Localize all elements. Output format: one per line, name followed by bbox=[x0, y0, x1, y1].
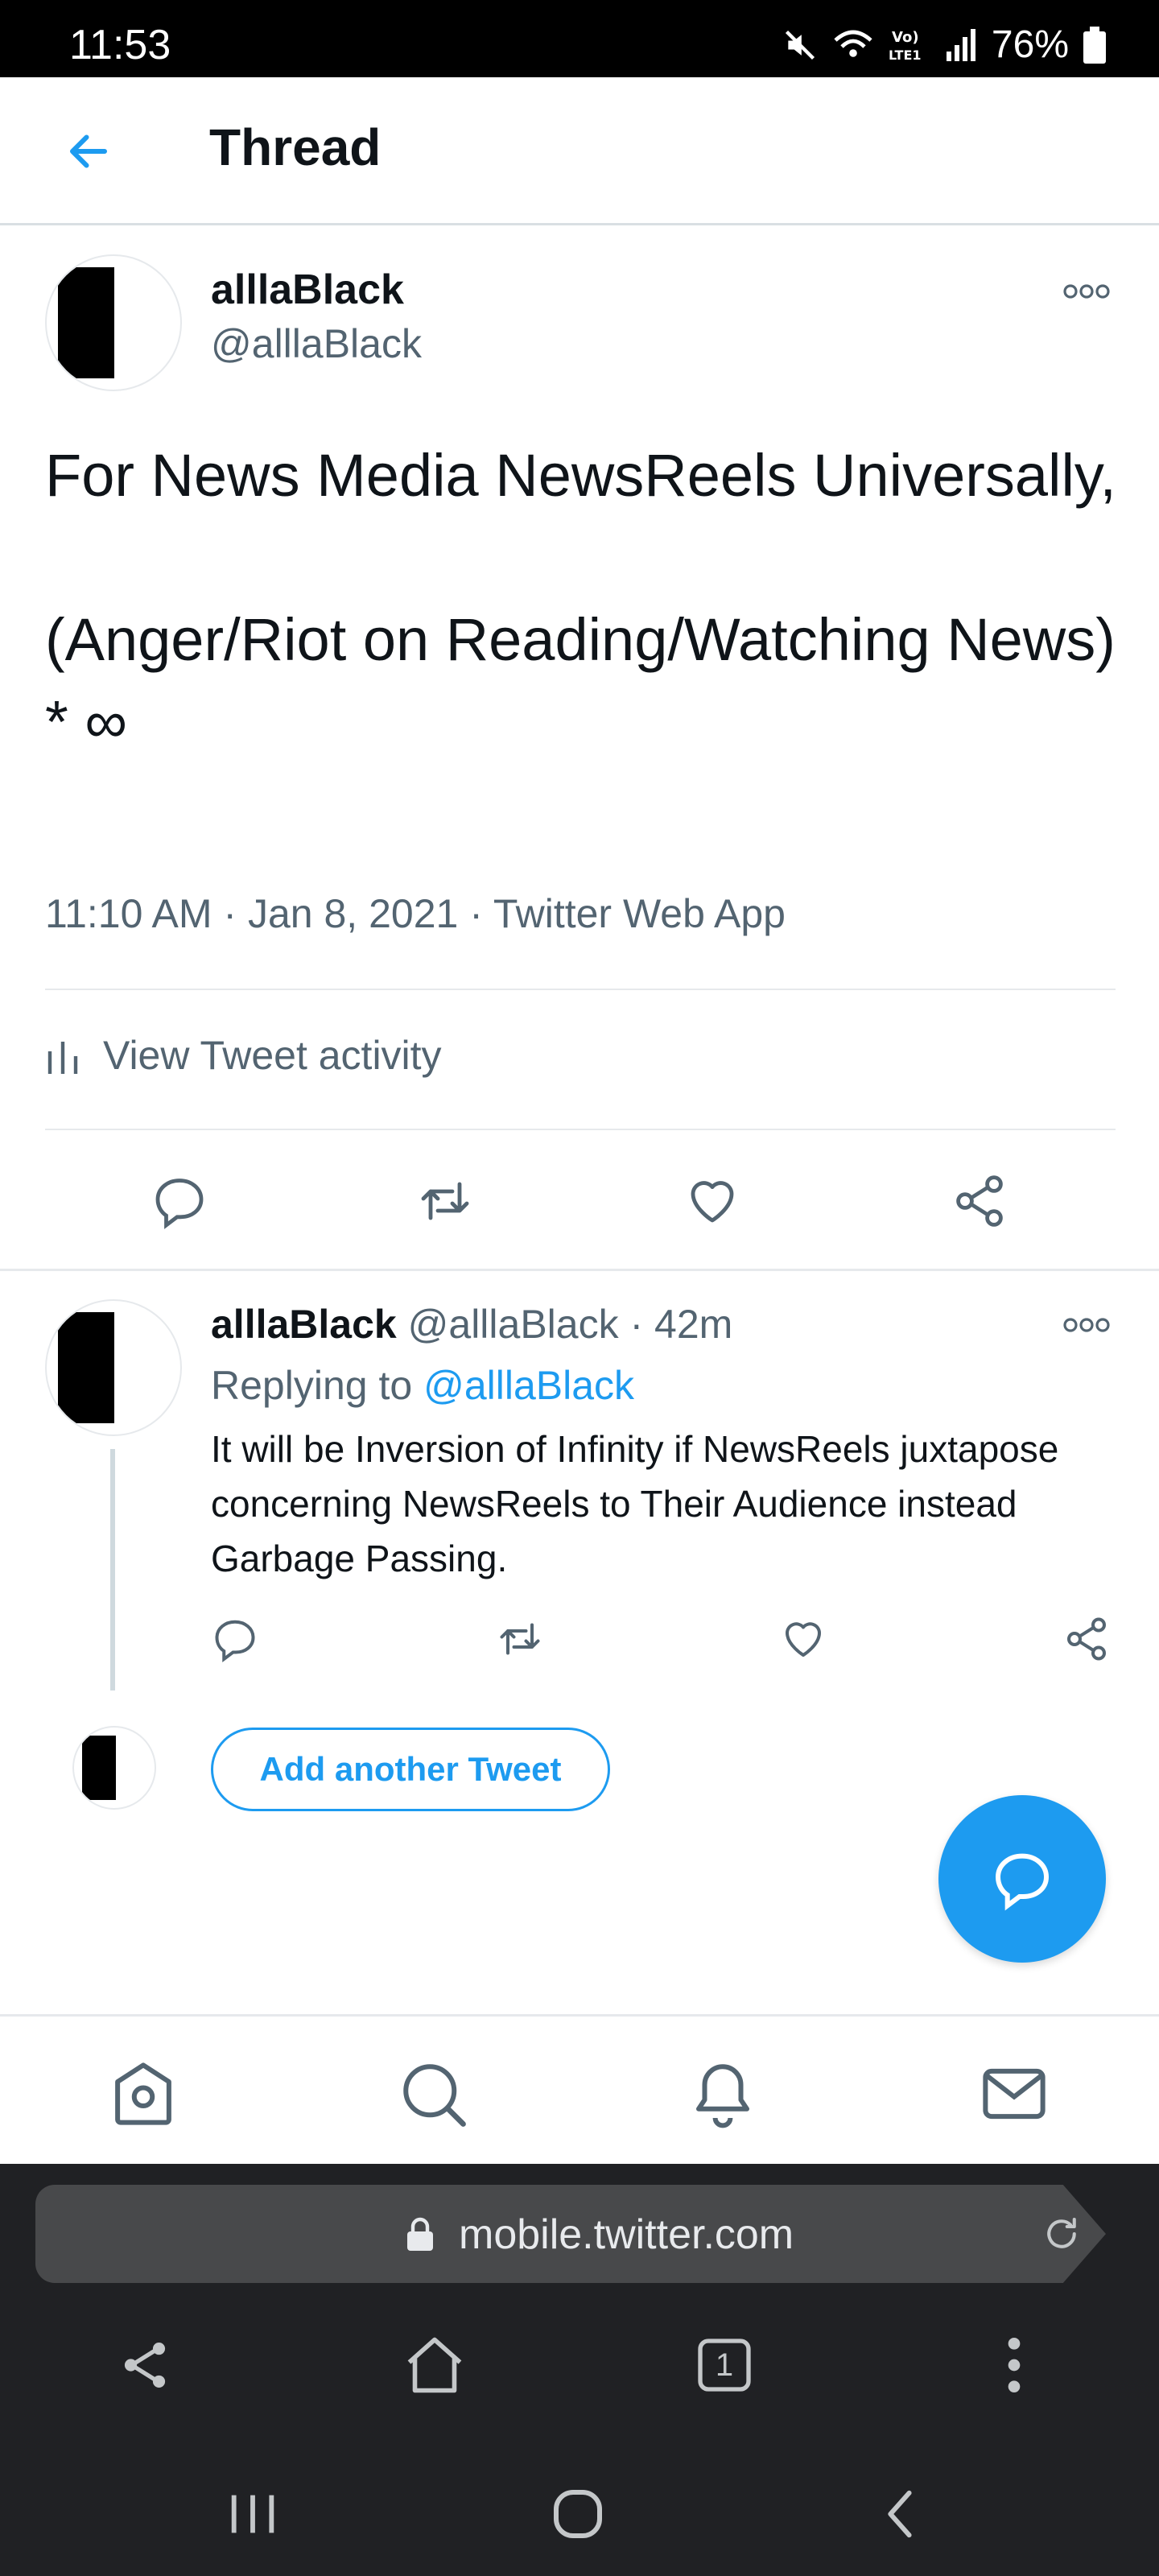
divider bbox=[0, 1269, 1159, 1271]
activity-label: View Tweet activity bbox=[103, 1033, 442, 1078]
status-icons: Vo) LTE1 76% bbox=[782, 23, 1106, 67]
url-text: mobile.twitter.com bbox=[459, 2211, 794, 2258]
reply-icon bbox=[995, 1853, 1050, 1911]
status-bar: 11:53 Vo) LTE1 76% bbox=[0, 0, 1159, 77]
recent-apps-icon bbox=[231, 2495, 274, 2533]
battery-percent: 76% bbox=[991, 23, 1069, 66]
replying-to-prefix: Replying to bbox=[211, 1363, 413, 1408]
system-home-button[interactable] bbox=[538, 2478, 618, 2550]
recent-apps-button[interactable] bbox=[212, 2478, 293, 2550]
messages-icon bbox=[983, 2068, 1046, 2120]
thread-connector-line bbox=[110, 1449, 115, 1690]
reply-text: It will be Inversion of Infinity if News… bbox=[211, 1428, 1059, 1579]
more-options-button[interactable] bbox=[1054, 275, 1119, 308]
nav-search[interactable] bbox=[393, 2054, 473, 2134]
more-vertical-icon bbox=[1008, 2338, 1021, 2392]
share-button[interactable] bbox=[943, 1169, 1016, 1233]
like-button[interactable] bbox=[676, 1169, 749, 1233]
like-icon bbox=[786, 1622, 821, 1657]
lock-icon bbox=[406, 2217, 435, 2252]
nav-home[interactable] bbox=[103, 2054, 184, 2134]
divider bbox=[45, 1129, 1116, 1130]
wifi-icon bbox=[832, 27, 874, 63]
replying-to: Replying to @alllaBlack bbox=[211, 1362, 634, 1409]
tweet-timestamp[interactable]: 11:10 AM · Jan 8, 2021 · Twitter Web App bbox=[45, 890, 786, 937]
reply-like-button[interactable] bbox=[771, 1607, 835, 1671]
page-title: Thread bbox=[209, 118, 382, 176]
arrow-left-icon bbox=[70, 134, 107, 168]
analytics-icon bbox=[47, 1042, 78, 1074]
more-horizontal-icon bbox=[1063, 1318, 1110, 1332]
like-icon bbox=[691, 1181, 734, 1223]
reload-icon bbox=[1047, 2217, 1076, 2248]
retweet-icon bbox=[421, 1182, 469, 1220]
reply-icon bbox=[215, 1620, 255, 1663]
compose-reply-fab[interactable] bbox=[938, 1795, 1106, 1963]
reply-author-name[interactable]: alllaBlack bbox=[211, 1302, 397, 1347]
more-horizontal-icon bbox=[1063, 284, 1110, 299]
mute-icon bbox=[782, 27, 818, 63]
retweet-button[interactable] bbox=[409, 1169, 481, 1233]
tweet-text: For News Media NewsReels Universally, (A… bbox=[45, 442, 1116, 755]
reply-author-handle[interactable]: @alllaBlack bbox=[408, 1302, 619, 1347]
notifications-icon bbox=[696, 2064, 749, 2128]
browser-toolbar: mobile.twitter.com 1 bbox=[0, 2164, 1159, 2446]
reply-more-options-button[interactable] bbox=[1054, 1309, 1119, 1341]
address-bar[interactable]: mobile.twitter.com bbox=[35, 2185, 1106, 2283]
reply-time: · 42m bbox=[629, 1302, 733, 1347]
reply-avatar[interactable] bbox=[45, 1299, 182, 1436]
chevron-left-icon bbox=[888, 2490, 912, 2538]
battery-icon bbox=[1083, 26, 1106, 64]
view-tweet-activity[interactable]: View Tweet activity bbox=[45, 1032, 442, 1079]
home-icon bbox=[115, 2062, 171, 2125]
browser-menu-button[interactable] bbox=[974, 2325, 1054, 2405]
reply-button[interactable] bbox=[143, 1169, 216, 1233]
svg-text:LTE1: LTE1 bbox=[889, 47, 922, 63]
tab-count: 1 bbox=[715, 2347, 734, 2383]
back-button[interactable] bbox=[56, 119, 121, 184]
thread-header: Thread bbox=[0, 77, 1159, 225]
share-icon bbox=[1067, 1617, 1106, 1661]
replying-to-handle-link[interactable]: @alllaBlack bbox=[423, 1363, 634, 1408]
status-time: 11:53 bbox=[69, 22, 171, 68]
avatar[interactable] bbox=[45, 254, 182, 391]
browser-home-button[interactable] bbox=[394, 2325, 475, 2405]
nav-messages[interactable] bbox=[974, 2054, 1054, 2134]
reply-share-button[interactable] bbox=[1054, 1607, 1119, 1671]
system-back-button[interactable] bbox=[860, 2478, 940, 2550]
share-icon bbox=[956, 1175, 1003, 1227]
system-navigation-bar bbox=[0, 2446, 1159, 2576]
reply-retweet-button[interactable] bbox=[488, 1607, 552, 1671]
browser-tabs-button[interactable]: 1 bbox=[684, 2325, 765, 2405]
signal-icon bbox=[945, 27, 977, 63]
reload-button[interactable] bbox=[1040, 2212, 1083, 2256]
tweet-author-name[interactable]: alllaBlack bbox=[211, 266, 404, 314]
retweet-icon bbox=[500, 1623, 540, 1655]
home-circle-icon bbox=[554, 2490, 602, 2538]
nav-notifications[interactable] bbox=[683, 2054, 763, 2134]
bottom-navigation bbox=[0, 2014, 1159, 2164]
home-icon bbox=[407, 2337, 462, 2393]
divider bbox=[45, 989, 1116, 990]
share-icon bbox=[124, 2343, 166, 2388]
compose-avatar bbox=[72, 1726, 156, 1810]
browser-share-button[interactable] bbox=[105, 2325, 185, 2405]
reply-reply-button[interactable] bbox=[203, 1607, 267, 1671]
add-another-tweet-button[interactable]: Add another Tweet bbox=[211, 1728, 610, 1811]
svg-text:Vo): Vo) bbox=[892, 29, 919, 46]
search-icon bbox=[403, 2064, 466, 2127]
volte-lte-icon: Vo) LTE1 bbox=[889, 27, 930, 63]
tweet-author-handle[interactable]: @alllaBlack bbox=[211, 320, 422, 367]
reply-header: alllaBlack @alllaBlack · 42m bbox=[211, 1301, 732, 1348]
reply-icon bbox=[155, 1179, 204, 1229]
